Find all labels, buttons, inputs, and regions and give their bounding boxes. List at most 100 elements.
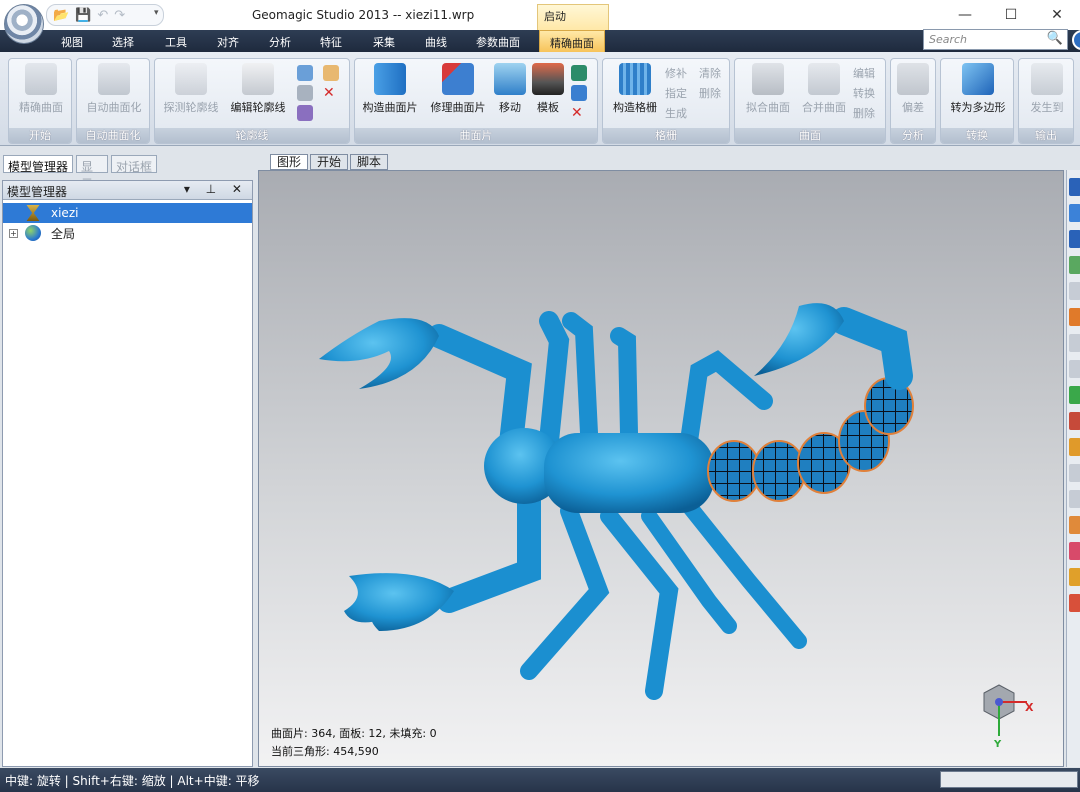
convert-to-polygons-button[interactable]: 转为多边形 (945, 63, 1011, 115)
patch-cylinder-icon[interactable] (571, 65, 587, 81)
view-toolbar-icon-14[interactable] (1069, 516, 1080, 534)
template-button[interactable]: 模板 (531, 63, 565, 115)
tab-curves[interactable]: 曲线 (425, 34, 447, 50)
view-toolbar-icon-1[interactable] (1069, 178, 1080, 196)
send-to-icon (1031, 63, 1063, 95)
redo-icon[interactable]: ↷ (114, 9, 125, 22)
search-input[interactable]: Search 🔍 (923, 29, 1068, 50)
view-toolbar-icon-3[interactable] (1069, 230, 1080, 248)
contour-split-icon[interactable] (297, 105, 313, 121)
application-menu-button[interactable] (4, 4, 44, 44)
save-icon[interactable]: 💾 (75, 9, 91, 22)
tab-exact-surfaces[interactable]: 精确曲面 (539, 30, 605, 52)
convert-small-button[interactable]: 转换 (853, 85, 875, 101)
undo-icon[interactable]: ↶ (97, 9, 108, 22)
view-toolbar-icon-9[interactable] (1069, 386, 1080, 404)
graphics-viewport[interactable]: X Y 曲面片: 364, 面板: 12, 未填充: 0 当前三角形: 454,… (258, 170, 1064, 767)
edit-contours-button[interactable]: 编辑轮廓线 (227, 63, 289, 115)
send-to-button[interactable]: 发生到 (1023, 63, 1071, 115)
tab-script[interactable]: 脚本 (350, 154, 389, 170)
fit-surfaces-icon (752, 63, 784, 95)
view-toolbar-icon-16[interactable] (1069, 568, 1080, 586)
ribbon-tabs: 视图 选择 工具 对齐 分析 特征 采集 曲线 参数曲面 精确曲面 (0, 30, 1080, 52)
tree-item-xiezi[interactable]: xiezi (3, 203, 252, 223)
detect-contours-icon (175, 63, 207, 95)
view-toolbar-icon-17[interactable] (1069, 594, 1080, 612)
edit-surface-small-button[interactable]: 编辑 (853, 65, 875, 81)
convert-to-polygons-icon (962, 63, 994, 95)
tab-tools[interactable]: 工具 (165, 34, 187, 50)
group-convert: 转为多边形 转换 (940, 58, 1014, 144)
maximize-button[interactable]: ☐ (988, 0, 1034, 30)
exact-surface-button[interactable]: 精确曲面 (15, 63, 67, 115)
tab-parametric-surfaces[interactable]: 参数曲面 (476, 34, 520, 50)
view-toolbar-icon-4[interactable] (1069, 256, 1080, 274)
tab-graphics[interactable]: 图形 (270, 154, 309, 170)
view-toolbar-icon-10[interactable] (1069, 412, 1080, 430)
tab-select[interactable]: 选择 (112, 34, 134, 50)
close-button[interactable]: ✕ (1034, 0, 1080, 30)
deviation-button[interactable]: 偏差 (895, 63, 931, 115)
patch-count-info: 曲面片: 364, 面板: 12, 未填充: 0 (271, 727, 437, 740)
group-label-convert: 转换 (941, 128, 1013, 143)
fit-surfaces-button[interactable]: 拟合曲面 (739, 63, 797, 115)
expand-icon[interactable]: + (9, 228, 18, 238)
view-toolbar-icon-5[interactable] (1069, 282, 1080, 300)
search-icon[interactable]: 🔍 (1047, 31, 1063, 46)
group-patches: 构造曲面片 修理曲面片 移动 模板 ✕ 曲面片 (354, 58, 598, 144)
autosurface-button[interactable]: 自动曲面化 (83, 63, 145, 115)
panel-controls[interactable]: ▾ ⊥ ✕ (184, 182, 248, 196)
generate-small-button[interactable]: 生成 (665, 105, 687, 121)
tab-start[interactable]: 开始 (310, 154, 349, 170)
template-icon (532, 63, 564, 95)
view-toolbar-icon-6[interactable] (1069, 308, 1080, 326)
tab-display[interactable]: 显示 (76, 155, 108, 191)
view-toolbar-icon-11[interactable] (1069, 438, 1080, 456)
contour-grid-icon[interactable] (297, 85, 313, 101)
quick-access-more-icon[interactable]: ▾ (154, 8, 159, 18)
group-contour-lines: 探测轮廓线 编辑轮廓线 ✕ 轮廓线 (154, 58, 350, 144)
group-grids: 构造格栅 修补 指定 生成 清除 删除 格栅 (602, 58, 730, 144)
contour-extend-icon[interactable] (323, 65, 339, 81)
view-toolbar-icon-15[interactable] (1069, 542, 1080, 560)
right-toolbar (1066, 170, 1080, 767)
move-button[interactable]: 移动 (493, 63, 527, 115)
construct-grid-button[interactable]: 构造格栅 (607, 63, 663, 115)
tab-dialog[interactable]: 对话框 (111, 155, 157, 174)
patch-shrink-icon[interactable] (571, 85, 587, 101)
tree-item-global[interactable]: + 全局 (3, 223, 252, 243)
mouse-hint: 中键: 旋转 | Shift+右键: 缩放 | Alt+中键: 平移 (5, 774, 260, 788)
delete-grid-small-button[interactable]: 删除 (699, 85, 721, 101)
repair-patches-button[interactable]: 修理曲面片 (429, 63, 487, 115)
construct-patches-button[interactable]: 构造曲面片 (359, 63, 421, 115)
minimize-button[interactable]: — (942, 0, 988, 30)
view-toolbar-icon-12[interactable] (1069, 464, 1080, 482)
delete-patch-icon[interactable]: ✕ (571, 105, 587, 121)
exact-surface-icon (25, 63, 57, 95)
delete-surface-small-button[interactable]: 删除 (853, 105, 875, 121)
tab-align[interactable]: 对齐 (217, 34, 239, 50)
open-icon[interactable]: 📂 (53, 9, 69, 22)
view-toolbar-icon-13[interactable] (1069, 490, 1080, 508)
tab-features[interactable]: 特征 (320, 34, 342, 50)
clear-small-button[interactable]: 清除 (699, 65, 721, 81)
upper-pincer (319, 318, 439, 389)
view-toolbar-icon-8[interactable] (1069, 360, 1080, 378)
tab-model-manager[interactable]: 模型管理器 (3, 155, 73, 174)
view-toolbar-icon-2[interactable] (1069, 204, 1080, 222)
tab-capture[interactable]: 采集 (373, 34, 395, 50)
merge-surfaces-button[interactable]: 合并曲面 (799, 63, 849, 115)
delete-contour-icon[interactable]: ✕ (323, 85, 339, 101)
patch-repair-small-button[interactable]: 修补 (665, 65, 687, 81)
assign-small-button[interactable]: 指定 (665, 85, 687, 101)
group-analysis: 偏差 分析 (890, 58, 936, 144)
tab-view[interactable]: 视图 (61, 34, 83, 50)
move-icon (494, 63, 526, 95)
detect-contours-button[interactable]: 探测轮廓线 (161, 63, 221, 115)
globe-icon (25, 225, 41, 241)
contour-tool-icon[interactable] (297, 65, 313, 81)
scorpion-model[interactable]: X Y (259, 171, 1064, 767)
group-label-analysis: 分析 (891, 128, 935, 143)
tab-analysis[interactable]: 分析 (269, 34, 291, 50)
view-toolbar-icon-7[interactable] (1069, 334, 1080, 352)
